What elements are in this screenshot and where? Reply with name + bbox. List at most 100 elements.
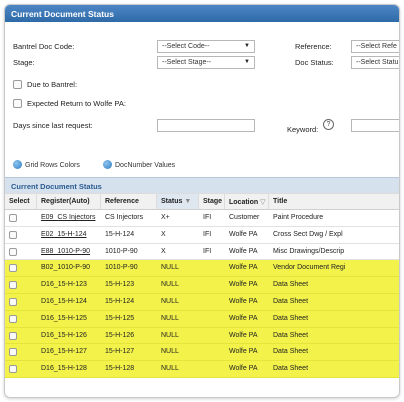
column-header-stage[interactable]: Stage [199,194,225,209]
due-to-bantrel-label: Due to Bantrel: [27,80,78,89]
register-cell[interactable]: B02_1010-P-90 [37,260,101,276]
reference-cell: 15-H-127 [105,348,135,356]
row-checkbox[interactable] [9,365,17,374]
status-cell: NULL [161,348,179,356]
reference-label: Reference: [295,42,332,51]
grid-header: Select Register(Auto) Reference Status ▼… [5,193,399,210]
column-header-title[interactable]: Title [269,194,399,209]
stage-cell [199,344,225,360]
register-cell[interactable]: D16_15-H-128 [37,361,101,377]
bantrel-doc-code-select[interactable]: --Select Code-- ▼ [157,40,255,53]
row-select-cell [5,227,37,243]
table-row[interactable]: D16_15-H-125 15-H-125 NULL Wolfe PA Data She… [5,310,399,328]
doc-status-label: Doc Status: [295,58,334,67]
location-cell: Wolfe PA [229,314,258,322]
filter-icon[interactable]: ▽ [260,199,265,206]
row-checkbox[interactable] [9,348,17,357]
row-checkbox[interactable] [9,297,17,306]
table-row[interactable]: D16_15-H-123 15-H-123 NULL Wolfe PA Data She… [5,277,399,294]
table-row[interactable]: E09_CS Injectors CS Injectors X+ IFI Custome… [5,210,399,227]
stage-cell [199,277,225,293]
register-cell[interactable]: D16_15-H-124 [37,294,101,310]
location-cell: Wolfe PA [229,264,258,272]
location-cell: Wolfe PA [229,281,258,289]
grid-body: E09_CS Injectors CS Injectors X+ IFI Custome… [5,210,399,378]
row-checkbox[interactable] [9,230,17,239]
status-cell: X+ [161,214,170,221]
status-cell: X [161,230,166,238]
stage-label: Stage: [13,58,35,67]
keyword-label: Keyword: [287,125,319,134]
stage-cell [199,311,225,327]
stage-cell [199,294,225,310]
stage-cell: IFI [203,230,212,238]
row-select-cell [5,361,37,377]
column-header-reference[interactable]: Reference [101,194,157,209]
reference-cell: 15-H-128 [105,365,135,373]
doc-status-select[interactable]: --Select Statu [351,56,399,69]
location-cell: Wolfe PA [229,297,258,305]
bantrel-doc-code-label: Bantrel Doc Code: [13,42,75,51]
grid-rows-colors-link[interactable]: Grid Rows Colors [13,160,80,169]
register-cell[interactable]: D16_15-H-123 [37,277,101,293]
stage-select[interactable]: --Select Stage-- ▼ [157,56,255,69]
status-cell: NULL [161,297,179,305]
reference-cell: 15-H-126 [105,331,135,339]
row-select-cell [5,244,37,260]
row-checkbox[interactable] [9,281,17,290]
row-checkbox[interactable] [9,264,17,273]
table-row[interactable]: D16_15-H-128 15-H-128 NULL Wolfe PA Data She… [5,361,399,378]
reference-cell: 15-H-124 [105,230,135,238]
grid-title: Current Document Status [5,177,399,193]
table-row[interactable]: D16_15-H-124 15-H-124 NULL Wolfe PA Data She… [5,293,399,311]
table-row[interactable]: B02_1010-P-90 1010-P-90 NULL Wolfe PA Vendor… [5,260,399,278]
reference-cell: 1010-P-90 [105,247,138,255]
column-header-location[interactable]: Location ▽ [225,194,269,209]
filter-form: Bantrel Doc Code: --Select Code-- ▼ Refe… [5,22,399,182]
status-cell: NULL [161,365,179,373]
docnumber-values-link[interactable]: DocNumber Values [103,160,175,169]
row-checkbox[interactable] [9,214,17,222]
column-header-select[interactable]: Select [5,194,37,209]
register-cell[interactable]: E88_1010-P-90 [37,244,101,260]
reference-cell: 15-H-123 [105,281,135,289]
register-cell[interactable]: E09_CS Injectors [37,210,101,226]
title-cell: Cross Sect Dwg / Expl [273,230,343,238]
location-cell: Wolfe PA [229,247,258,255]
reference-cell: CS Injectors [105,214,144,221]
location-cell: Wolfe PA [229,365,258,373]
stage-cell [199,328,225,344]
table-row[interactable]: E02_15-H-124 15-H-124 X IFI Wolfe PA Cross Se… [5,227,399,244]
panel-title: Current Document Status [5,5,399,22]
chevron-down-icon: ▼ [244,43,250,49]
column-header-register[interactable]: Register(Auto) [37,194,101,209]
document-grid: Current Document Status Select Register(… [5,177,399,378]
keyword-input[interactable] [351,119,399,132]
sort-desc-icon: ▼ [184,198,192,205]
register-cell[interactable]: D16_15-H-126 [37,328,101,344]
table-row[interactable]: D16_15-H-126 15-H-126 NULL Wolfe PA Data She… [5,327,399,345]
info-icon [13,160,22,169]
row-checkbox[interactable] [9,314,17,323]
column-header-status[interactable]: Status ▼ [157,194,199,209]
register-cell[interactable]: D16_15-H-125 [37,311,101,327]
stage-cell: IFI [203,214,212,221]
days-since-label: Days since last request: [13,121,93,130]
location-cell: Customer [229,214,260,221]
table-row[interactable]: E88_1010-P-90 1010-P-90 X IFI Wolfe PA Misc D… [5,244,399,261]
title-cell: Paint Procedure [273,214,324,221]
title-cell: Data Sheet [273,331,309,339]
table-row[interactable]: D16_15-H-127 15-H-127 NULL Wolfe PA Data She… [5,344,399,362]
row-select-cell [5,328,37,344]
row-checkbox[interactable] [9,331,17,340]
help-icon[interactable]: ? [323,119,334,130]
register-cell[interactable]: E02_15-H-124 [37,227,101,243]
location-cell: Wolfe PA [229,331,258,339]
expected-return-checkbox[interactable] [13,99,22,108]
reference-select[interactable]: --Select Refe [351,40,399,53]
row-checkbox[interactable] [9,247,17,256]
register-cell[interactable]: D16_15-H-127 [37,344,101,360]
stage-cell: IFI [203,247,212,255]
days-since-input[interactable] [157,119,255,132]
due-to-bantrel-checkbox[interactable] [13,80,22,89]
